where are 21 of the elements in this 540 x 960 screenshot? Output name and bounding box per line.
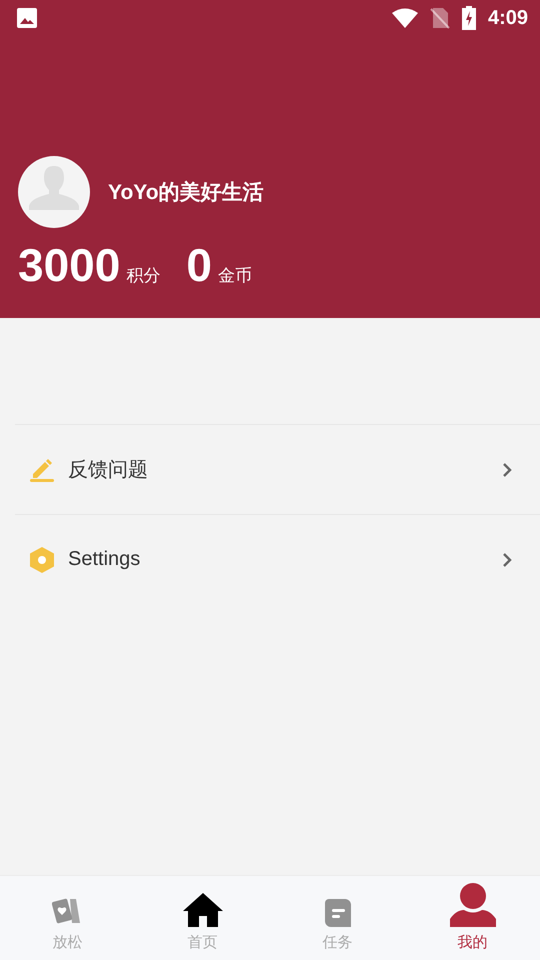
stat-value: 3000 [18,242,120,288]
wifi-icon [392,8,418,28]
stat-value: 0 [186,242,212,288]
hexagon-icon [30,546,54,572]
user-name: YoYo的美好生活 [108,180,264,206]
stat-unit: 金币 [218,265,252,287]
menu-item[interactable]: Settings [15,514,540,604]
home-icon [182,893,222,927]
person-icon [450,883,496,927]
image-icon [16,7,38,29]
note-icon [324,899,350,927]
chevron-right-icon [502,552,512,568]
pencil-icon [30,458,54,482]
stat-unit: 积分 [126,265,160,287]
status-time: 4:09 [488,6,528,30]
battery-charging-icon [462,6,476,30]
chevron-right-icon [502,462,512,478]
no-sim-icon [430,7,450,29]
tab[interactable]: 我的 [405,876,540,960]
avatar[interactable] [18,156,90,228]
menu-item[interactable]: 反馈问题 [15,424,540,514]
